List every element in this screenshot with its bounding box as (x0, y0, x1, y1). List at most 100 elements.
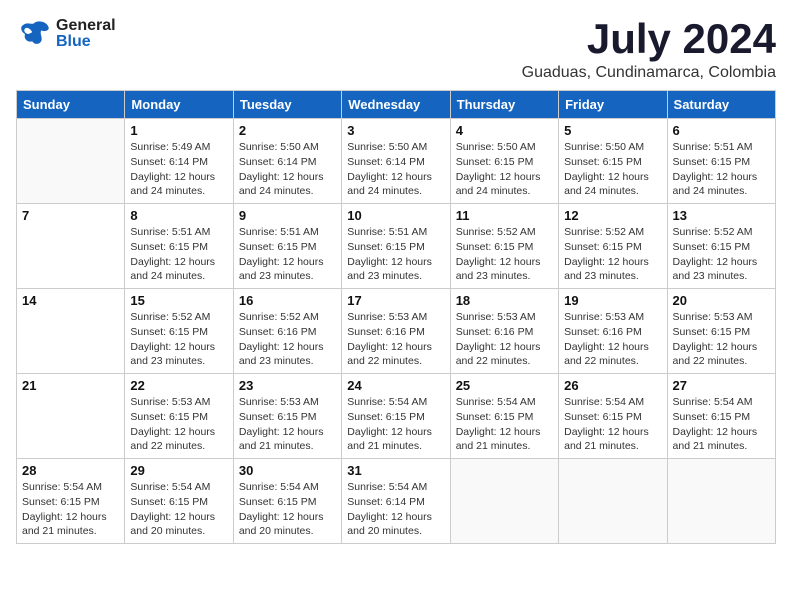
calendar-cell: 17 Sunrise: 5:53 AM Sunset: 6:16 PM Dayli… (342, 289, 450, 374)
day-number: 24 (347, 378, 444, 393)
day-number: 20 (673, 293, 770, 308)
day-number: 29 (130, 463, 227, 478)
day-number: 6 (673, 123, 770, 138)
calendar-week-row: 14 15 Sunrise: 5:52 AM Sunset: 6:15 PM Day… (17, 289, 776, 374)
calendar-cell (667, 459, 775, 544)
day-info: Sunrise: 5:52 AM Sunset: 6:15 PM Dayligh… (564, 225, 661, 284)
day-number: 8 (130, 208, 227, 223)
calendar-cell (17, 119, 125, 204)
calendar-cell: 7 (17, 204, 125, 289)
calendar-cell: 21 (17, 374, 125, 459)
calendar-weekday-wednesday: Wednesday (342, 91, 450, 119)
day-number: 5 (564, 123, 661, 138)
calendar-cell: 14 (17, 289, 125, 374)
location-title: Guaduas, Cundinamarca, Colombia (522, 64, 776, 82)
calendar-cell: 25 Sunrise: 5:54 AM Sunset: 6:15 PM Dayli… (450, 374, 558, 459)
header: General Blue July 2024 Guaduas, Cundinam… (16, 16, 776, 82)
day-number: 28 (22, 463, 119, 478)
day-info: Sunrise: 5:50 AM Sunset: 6:14 PM Dayligh… (347, 140, 444, 199)
day-info: Sunrise: 5:54 AM Sunset: 6:15 PM Dayligh… (456, 395, 553, 454)
calendar-cell: 31 Sunrise: 5:54 AM Sunset: 6:14 PM Dayli… (342, 459, 450, 544)
day-number: 18 (456, 293, 553, 308)
calendar-table: SundayMondayTuesdayWednesdayThursdayFrid… (16, 90, 776, 544)
calendar-cell: 24 Sunrise: 5:54 AM Sunset: 6:15 PM Dayli… (342, 374, 450, 459)
day-number: 23 (239, 378, 336, 393)
day-number: 30 (239, 463, 336, 478)
day-number: 15 (130, 293, 227, 308)
day-info: Sunrise: 5:51 AM Sunset: 6:15 PM Dayligh… (239, 225, 336, 284)
calendar-cell: 30Sunrise: 5:54 AM Sunset: 6:15 PM Dayli… (233, 459, 341, 544)
day-number: 19 (564, 293, 661, 308)
day-info: Sunrise: 5:52 AM Sunset: 6:15 PM Dayligh… (130, 310, 227, 369)
day-info: Sunrise: 5:53 AM Sunset: 6:16 PM Dayligh… (347, 310, 444, 369)
day-info: Sunrise: 5:53 AM Sunset: 6:16 PM Dayligh… (564, 310, 661, 369)
day-info: Sunrise: 5:50 AM Sunset: 6:15 PM Dayligh… (564, 140, 661, 199)
day-info: Sunrise: 5:51 AM Sunset: 6:15 PM Dayligh… (130, 225, 227, 284)
calendar-weekday-monday: Monday (125, 91, 233, 119)
logo-blue: Blue (56, 34, 116, 50)
calendar-week-row: 78 Sunrise: 5:51 AM Sunset: 6:15 PM Dayli… (17, 204, 776, 289)
day-number: 22 (130, 378, 227, 393)
calendar-cell: 2 Sunrise: 5:50 AM Sunset: 6:14 PM Daylig… (233, 119, 341, 204)
day-info: Sunrise: 5:54 AM Sunset: 6:15 PM Dayligh… (564, 395, 661, 454)
calendar-cell: 27Sunrise: 5:54 AM Sunset: 6:15 PM Dayli… (667, 374, 775, 459)
calendar-cell (559, 459, 667, 544)
day-number: 31 (347, 463, 444, 478)
calendar-cell: 1 Sunrise: 5:49 AM Sunset: 6:14 PM Daylig… (125, 119, 233, 204)
calendar-cell: 22Sunrise: 5:53 AM Sunset: 6:15 PM Dayli… (125, 374, 233, 459)
calendar-cell: 29Sunrise: 5:54 AM Sunset: 6:15 PM Dayli… (125, 459, 233, 544)
day-number: 27 (673, 378, 770, 393)
logo-text-block: General Blue (56, 18, 116, 50)
calendar-weekday-saturday: Saturday (667, 91, 775, 119)
calendar-cell: 4 Sunrise: 5:50 AM Sunset: 6:15 PM Daylig… (450, 119, 558, 204)
day-number: 25 (456, 378, 553, 393)
day-number: 14 (22, 293, 119, 308)
calendar-cell: 5 Sunrise: 5:50 AM Sunset: 6:15 PM Daylig… (559, 119, 667, 204)
calendar-weekday-friday: Friday (559, 91, 667, 119)
calendar-cell: 26 Sunrise: 5:54 AM Sunset: 6:15 PM Dayli… (559, 374, 667, 459)
day-info: Sunrise: 5:52 AM Sunset: 6:16 PM Dayligh… (239, 310, 336, 369)
day-number: 11 (456, 208, 553, 223)
calendar-cell: 6 Sunrise: 5:51 AM Sunset: 6:15 PM Daylig… (667, 119, 775, 204)
day-info: Sunrise: 5:54 AM Sunset: 6:14 PM Dayligh… (347, 480, 444, 539)
day-number: 12 (564, 208, 661, 223)
day-number: 7 (22, 208, 119, 223)
day-info: Sunrise: 5:50 AM Sunset: 6:15 PM Dayligh… (456, 140, 553, 199)
day-number: 16 (239, 293, 336, 308)
day-info: Sunrise: 5:54 AM Sunset: 6:15 PM Dayligh… (22, 480, 119, 539)
day-info: Sunrise: 5:53 AM Sunset: 6:15 PM Dayligh… (673, 310, 770, 369)
day-number: 9 (239, 208, 336, 223)
day-number: 26 (564, 378, 661, 393)
calendar-weekday-tuesday: Tuesday (233, 91, 341, 119)
calendar-week-row: 1 Sunrise: 5:49 AM Sunset: 6:14 PM Daylig… (17, 119, 776, 204)
day-info: Sunrise: 5:50 AM Sunset: 6:14 PM Dayligh… (239, 140, 336, 199)
calendar-weekday-thursday: Thursday (450, 91, 558, 119)
calendar-cell: 18Sunrise: 5:53 AM Sunset: 6:16 PM Dayli… (450, 289, 558, 374)
calendar-cell: 13Sunrise: 5:52 AM Sunset: 6:15 PM Dayli… (667, 204, 775, 289)
calendar-week-row: 2122Sunrise: 5:53 AM Sunset: 6:15 PM Day… (17, 374, 776, 459)
day-number: 10 (347, 208, 444, 223)
day-number: 1 (130, 123, 227, 138)
calendar-cell: 20 Sunrise: 5:53 AM Sunset: 6:15 PM Dayli… (667, 289, 775, 374)
day-info: Sunrise: 5:49 AM Sunset: 6:14 PM Dayligh… (130, 140, 227, 199)
calendar-header-row: SundayMondayTuesdayWednesdayThursdayFrid… (17, 91, 776, 119)
calendar-cell (450, 459, 558, 544)
calendar-cell: 12 Sunrise: 5:52 AM Sunset: 6:15 PM Dayli… (559, 204, 667, 289)
day-number: 13 (673, 208, 770, 223)
day-number: 17 (347, 293, 444, 308)
day-info: Sunrise: 5:52 AM Sunset: 6:15 PM Dayligh… (456, 225, 553, 284)
month-title: July 2024 (522, 16, 776, 62)
calendar-cell: 15 Sunrise: 5:52 AM Sunset: 6:15 PM Dayli… (125, 289, 233, 374)
logo-general: General (56, 18, 116, 34)
logo-icon (16, 16, 52, 52)
day-info: Sunrise: 5:51 AM Sunset: 6:15 PM Dayligh… (673, 140, 770, 199)
calendar-cell: 16 Sunrise: 5:52 AM Sunset: 6:16 PM Dayli… (233, 289, 341, 374)
calendar-weekday-sunday: Sunday (17, 91, 125, 119)
calendar-cell: 3Sunrise: 5:50 AM Sunset: 6:14 PM Daylig… (342, 119, 450, 204)
day-info: Sunrise: 5:54 AM Sunset: 6:15 PM Dayligh… (347, 395, 444, 454)
day-number: 4 (456, 123, 553, 138)
calendar-cell: 8 Sunrise: 5:51 AM Sunset: 6:15 PM Daylig… (125, 204, 233, 289)
day-number: 2 (239, 123, 336, 138)
day-info: Sunrise: 5:53 AM Sunset: 6:15 PM Dayligh… (239, 395, 336, 454)
calendar-cell: 10Sunrise: 5:51 AM Sunset: 6:15 PM Dayli… (342, 204, 450, 289)
